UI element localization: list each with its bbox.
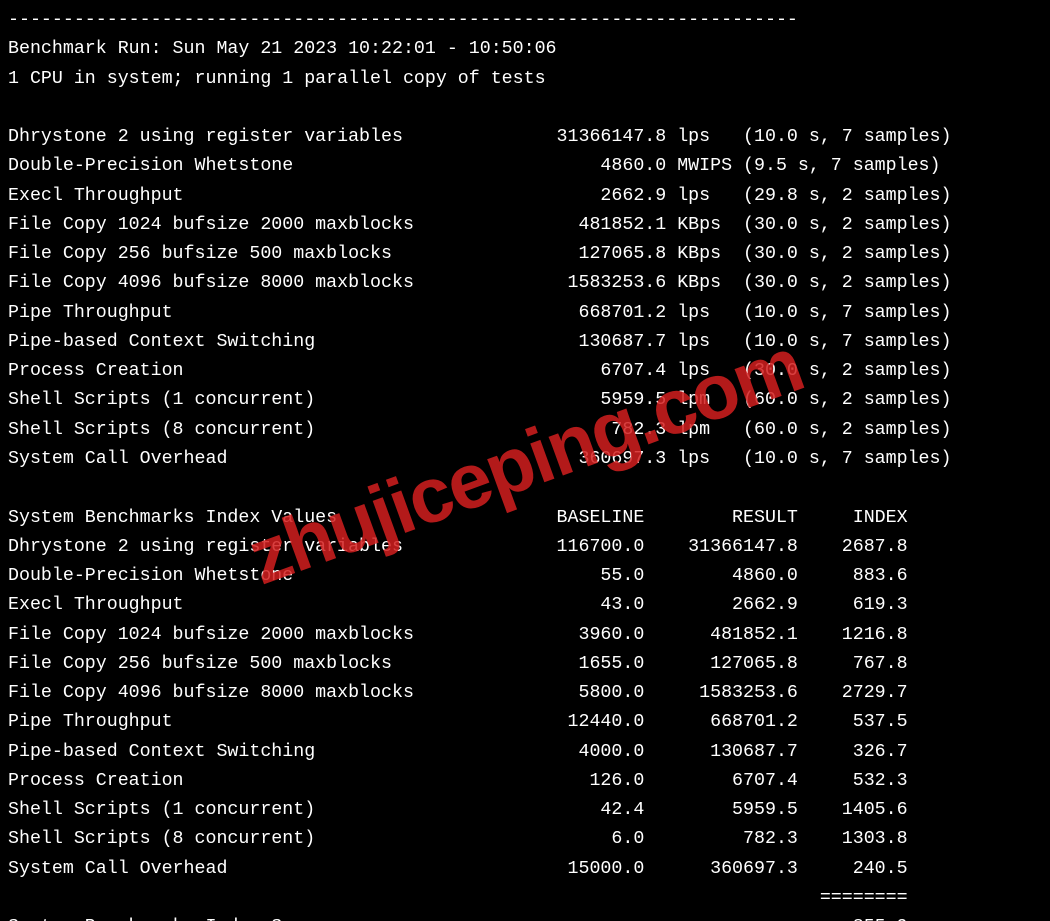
terminal-output: ----------------------------------------… [0, 0, 1050, 921]
